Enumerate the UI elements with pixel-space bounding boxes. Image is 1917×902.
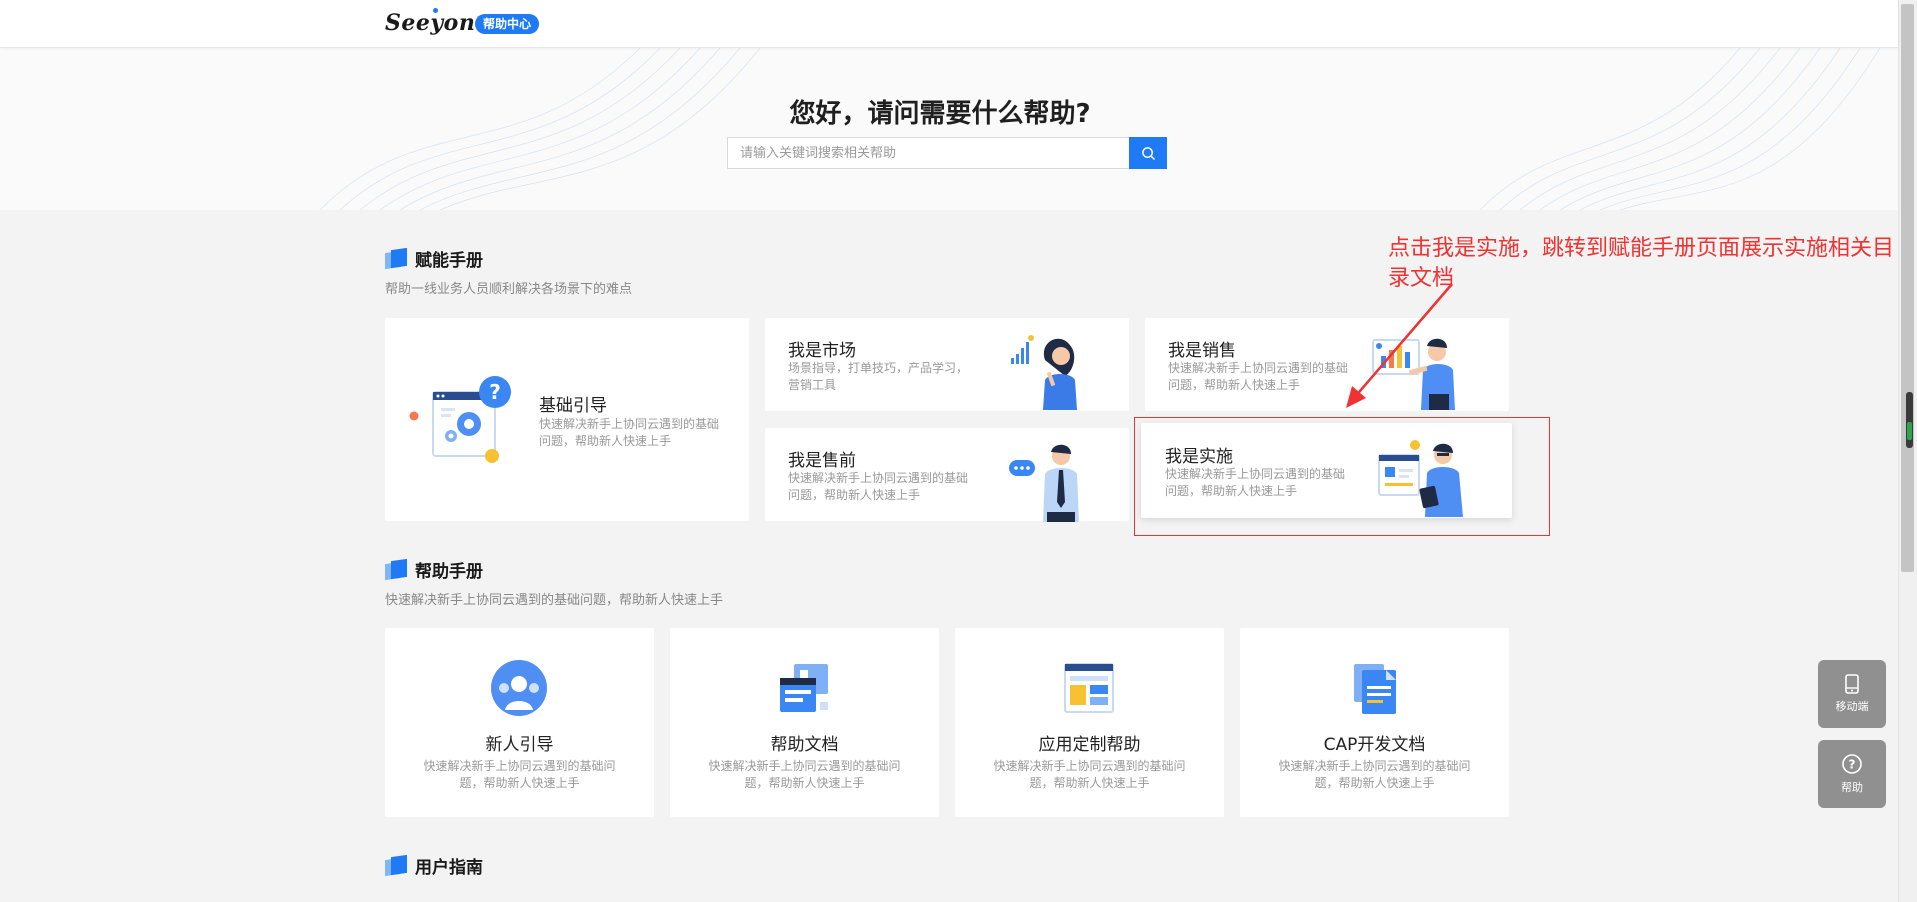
- svg-text:?: ?: [1849, 758, 1856, 772]
- card-marketing-desc: 场景指导，打单技巧，产品学习，营销工具: [788, 361, 969, 392]
- card-app-custom-help-desc: 快速解决新手上协同云遇到的基础问题，帮助新人快速上手: [993, 759, 1186, 790]
- search-input[interactable]: [727, 137, 1129, 169]
- card-basic-guide-title: 基础引导: [539, 396, 607, 416]
- help-manual-section-title: 帮助手册: [415, 562, 483, 582]
- help-docs-icon: [780, 664, 828, 712]
- empower-section-subtitle: 帮助一线业务人员顺利解决各场景下的难点: [385, 282, 633, 297]
- help-question-icon: ?: [1842, 754, 1862, 774]
- annotation-text: 点击我是实施，跳转到赋能手册页面展示实施相关目录文档: [1388, 236, 1895, 291]
- top-bar: SeeyonTM 帮助中心: [0, 0, 1898, 48]
- svg-text:?: ?: [489, 380, 501, 404]
- card-newcomer-guide-title: 新人引导: [485, 735, 554, 755]
- card-marketing[interactable]: 我是市场 场景指导，打单技巧，产品学习，营销工具: [765, 318, 1129, 411]
- card-presales-desc: 快速解决新手上协同云遇到的基础问题，帮助新人快速上手: [788, 471, 969, 502]
- scrollbar-marker: [1906, 392, 1913, 448]
- book-icon: [385, 247, 407, 269]
- card-basic-guide[interactable]: ? 基础引导 快速解决新手上协同云遇到的基础问题，帮助新人快速上手: [385, 318, 749, 521]
- logo-text: Seeyon: [385, 10, 476, 36]
- mobile-phone-icon: [1845, 674, 1859, 694]
- newcomer-users-icon: [491, 660, 547, 716]
- card-help-docs[interactable]: 帮助文档 快速解决新手上协同云遇到的基础问题，帮助新人快速上手: [670, 628, 939, 817]
- card-cap-dev-docs-title: CAP开发文档: [1323, 735, 1426, 755]
- mobile-button-label: 移动端: [1835, 700, 1869, 713]
- scrollbar-thumb[interactable]: [1901, 4, 1914, 572]
- mobile-button[interactable]: 移动端: [1818, 660, 1886, 728]
- empower-section-header: 赋能手册: [385, 246, 483, 271]
- help-manual-section-header: 帮助手册: [385, 557, 483, 582]
- card-sales-title: 我是销售: [1168, 341, 1236, 361]
- presales-person-icon: [1009, 444, 1079, 522]
- card-presales[interactable]: 我是售前 快速解决新手上协同云遇到的基础问题，帮助新人快速上手: [765, 428, 1129, 522]
- search-bar: [727, 137, 1167, 169]
- user-guide-section-title: 用户指南: [415, 858, 483, 878]
- app-custom-icon: [1064, 663, 1114, 713]
- annotation-highlight-box: [1134, 417, 1550, 536]
- user-guide-section-header: 用户指南: [385, 853, 483, 878]
- card-marketing-title: 我是市场: [788, 341, 856, 361]
- card-cap-dev-docs-desc: 快速解决新手上协同云遇到的基础问题，帮助新人快速上手: [1278, 759, 1471, 790]
- card-basic-guide-desc: 快速解决新手上协同云遇到的基础问题，帮助新人快速上手: [539, 417, 720, 448]
- card-newcomer-guide-desc: 快速解决新手上协同云遇到的基础问题，帮助新人快速上手: [423, 759, 616, 790]
- cap-docs-icon: [1354, 664, 1396, 714]
- card-app-custom-help-title: 应用定制帮助: [1038, 735, 1141, 755]
- hero-banner: 您好，请问需要什么帮助?: [0, 48, 1898, 210]
- card-newcomer-guide[interactable]: 新人引导 快速解决新手上协同云遇到的基础问题，帮助新人快速上手: [385, 628, 654, 817]
- search-button[interactable]: [1129, 137, 1167, 169]
- help-center-badge[interactable]: 帮助中心: [475, 14, 540, 34]
- empower-section-title: 赋能手册: [415, 251, 483, 271]
- help-manual-section-subtitle: 快速解决新手上协同云遇到的基础问题，帮助新人快速上手: [385, 593, 724, 608]
- basic-guide-illustration-icon: ?: [409, 376, 511, 463]
- logo-dot: [433, 8, 438, 13]
- help-button-label: 帮助: [1841, 781, 1863, 794]
- help-button[interactable]: ? 帮助: [1818, 740, 1886, 808]
- card-app-custom-help[interactable]: 应用定制帮助 快速解决新手上协同云遇到的基础问题，帮助新人快速上手: [955, 628, 1224, 817]
- card-cap-dev-docs[interactable]: CAP开发文档 快速解决新手上协同云遇到的基础问题，帮助新人快速上手: [1240, 628, 1509, 817]
- marketing-person-icon: [1011, 335, 1077, 410]
- hero-title: 您好，请问需要什么帮助?: [789, 99, 1091, 129]
- annotation-arrow-icon: [1346, 283, 1453, 408]
- card-presales-title: 我是售前: [788, 451, 856, 471]
- card-help-docs-title: 帮助文档: [770, 735, 839, 755]
- card-sales-desc: 快速解决新手上协同云遇到的基础问题，帮助新人快速上手: [1168, 361, 1349, 392]
- book-icon: [385, 558, 407, 580]
- search-icon: [1141, 146, 1155, 160]
- card-help-docs-desc: 快速解决新手上协同云遇到的基础问题，帮助新人快速上手: [708, 759, 901, 790]
- book-icon: [385, 854, 407, 876]
